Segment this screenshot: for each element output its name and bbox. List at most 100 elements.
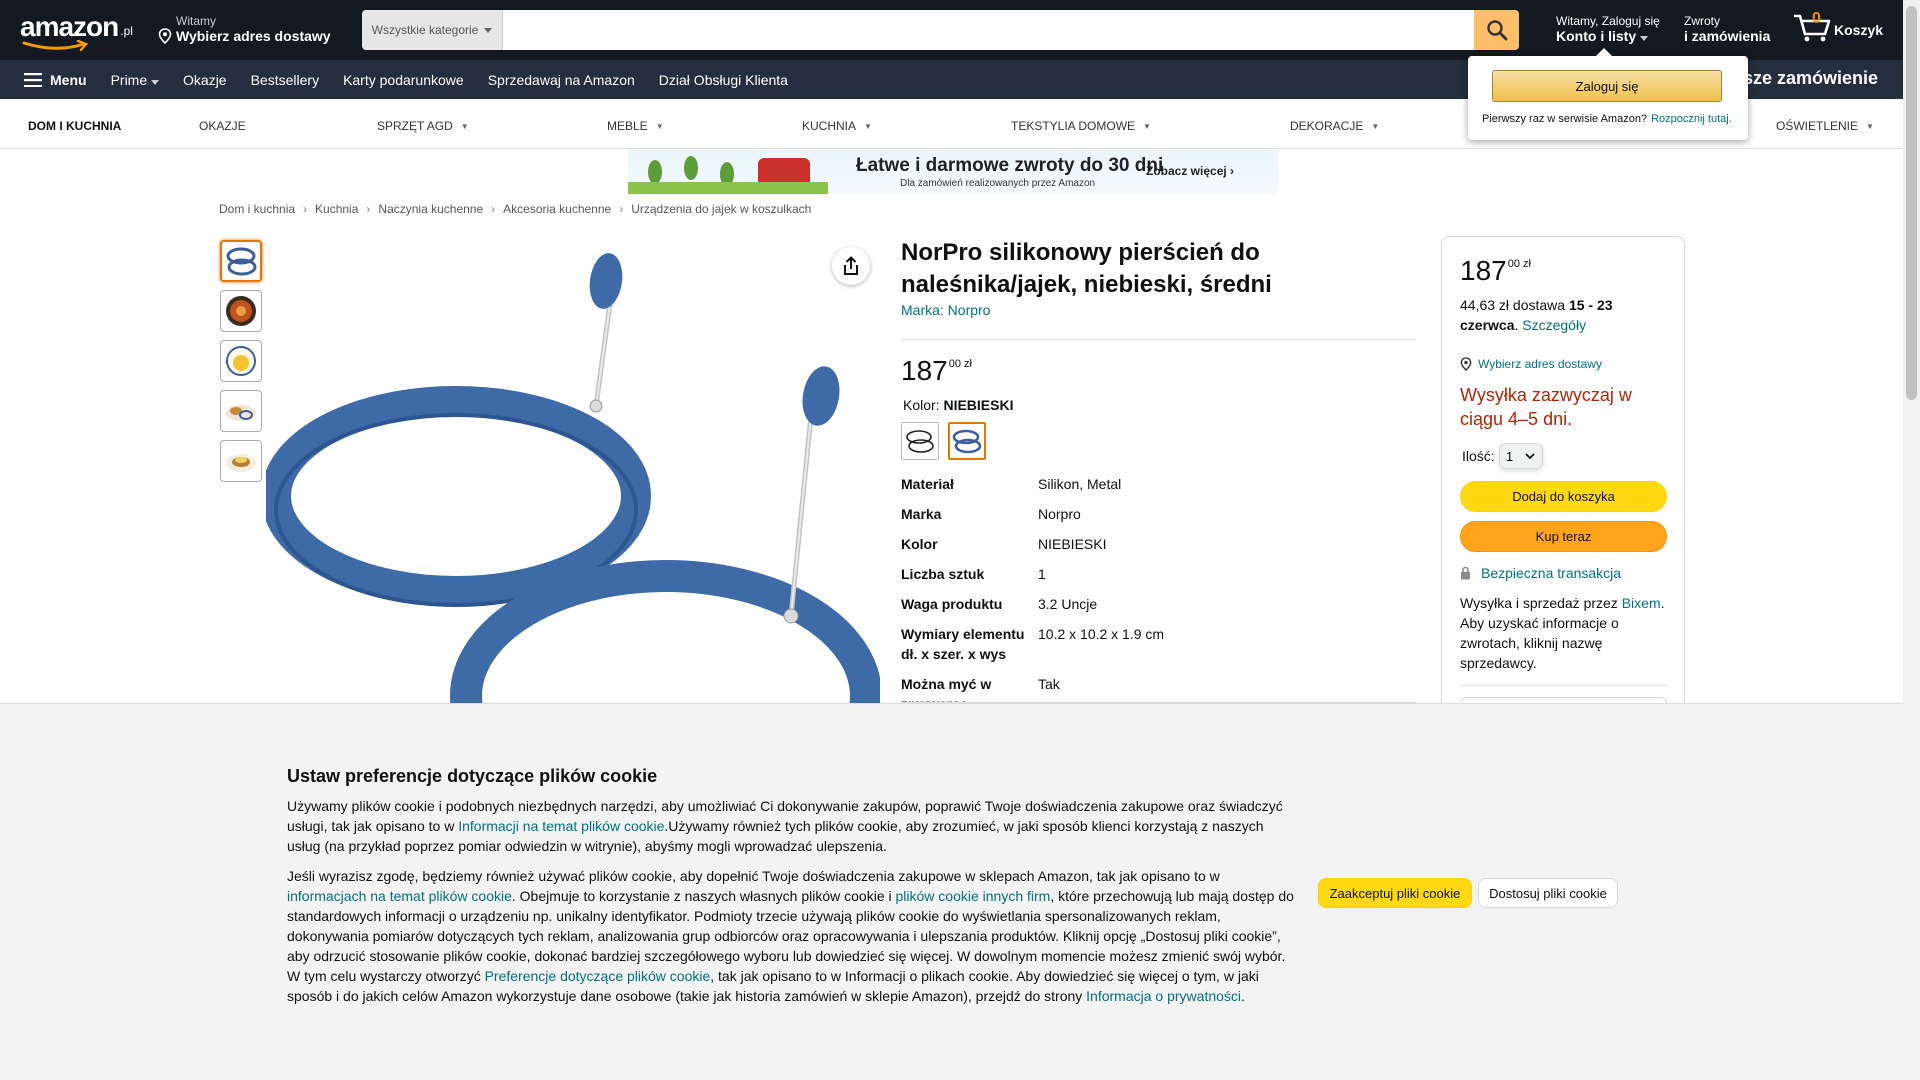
category-kuchnia[interactable]: KUCHNIA ▼ — [802, 119, 872, 133]
subnav-item-prime[interactable]: Prime — [111, 72, 160, 88]
hamburger-menu-button[interactable]: Menu — [24, 72, 87, 88]
caret-down-icon: ▼ — [1143, 122, 1151, 132]
caret-down-icon: ▼ — [1866, 122, 1874, 132]
category-meble[interactable]: MEBLE ▼ — [607, 119, 664, 133]
quantity-select[interactable]: 1 — [1498, 443, 1543, 469]
category-tekstylia[interactable]: TEKSTYLIA DOMOWE ▼ — [1011, 119, 1151, 133]
grass-illustration — [628, 182, 828, 194]
search-input[interactable] — [503, 10, 1474, 50]
spec-key: Marka — [901, 506, 942, 522]
seller-prefix: Wysyłka i sprzedaż przez — [1460, 595, 1618, 611]
thumbnail-4[interactable] — [220, 390, 262, 432]
spec-value: 1 — [1038, 566, 1046, 582]
amazon-logo[interactable]: amazon .pl — [20, 13, 133, 52]
category-dekoracje[interactable]: DEKORACJE ▼ — [1290, 119, 1379, 133]
category-agd[interactable]: SPRZĘT AGD ▼ — [377, 119, 469, 133]
caret-down-icon: ▼ — [655, 122, 664, 132]
breadcrumb-item[interactable]: Dom i kuchnia — [219, 202, 295, 216]
breadcrumb-separator: › — [619, 202, 624, 216]
scrollbar-thumb[interactable] — [1906, 6, 1917, 400]
egg-image — [226, 346, 256, 376]
privacy-notice-link[interactable]: Informacja o prywatności — [1086, 988, 1241, 1004]
smile-arrow-icon — [22, 40, 89, 52]
thumbnail-1[interactable] — [220, 240, 262, 282]
seller-info: Wysyłka i sprzedaż przez Bixem. Aby uzys… — [1460, 593, 1672, 673]
accept-cookies-button[interactable]: Zaakceptuj pliki cookie — [1318, 878, 1472, 908]
cookie-text: . — [1241, 988, 1245, 1004]
spec-value: 10.2 x 10.2 x 1.9 cm — [1038, 626, 1165, 642]
subnav-item-bestsellery[interactable]: Bestsellery — [251, 72, 319, 88]
secure-transaction-link[interactable]: Bezpieczna transakcja — [1460, 565, 1621, 581]
quantity-value: 1 — [1505, 448, 1514, 464]
add-to-cart-button[interactable]: Dodaj do koszyka — [1460, 481, 1667, 512]
main-product-image[interactable] — [266, 236, 880, 706]
shipping-details-link[interactable]: Szczegóły — [1522, 317, 1586, 333]
caret-down-icon: ▼ — [864, 122, 872, 132]
banner-cta[interactable]: Zobacz więcej › — [1146, 164, 1234, 178]
signin-flyout: Zaloguj się Pierwszy raz w serwisie Amaz… — [1468, 48, 1748, 140]
search-category-select[interactable]: Wszystkie kategorie — [362, 10, 503, 50]
stock-status: Wysyłka zazwyczaj w ciągu 4–5 dni. — [1460, 385, 1632, 429]
spec-row: Waga produktu 3.2 Uncje — [901, 594, 1416, 614]
customize-cookies-button[interactable]: Dostosuj pliki cookie — [1478, 878, 1618, 908]
breadcrumb-separator: › — [491, 202, 496, 216]
brand-link[interactable]: Marka: Norpro — [901, 302, 990, 318]
spec-key: Materiał — [901, 476, 954, 492]
subnav-item-obsluga[interactable]: Dział Obsługi Klienta — [659, 72, 788, 88]
buy-now-button[interactable]: Kup teraz — [1460, 521, 1667, 552]
search-button[interactable] — [1474, 10, 1519, 50]
breadcrumb-item[interactable]: Akcesoria kuchenne — [503, 202, 611, 216]
thumbnail-2[interactable] — [220, 290, 262, 332]
cookie-preferences-link[interactable]: Preferencje dotyczące plików cookie — [485, 968, 711, 984]
breadcrumb-item[interactable]: Kuchnia — [315, 202, 358, 216]
start-here-link[interactable]: Rozpocznij tutaj. — [1651, 113, 1732, 125]
color-value: NIEBIESKI — [943, 397, 1014, 413]
signin-button[interactable]: Zaloguj się — [1492, 70, 1722, 102]
returns-line2: i zamówienia — [1684, 28, 1771, 44]
cookie-info-link-2[interactable]: informacjach na temat plików cookie — [287, 888, 512, 904]
search-category-label: Wszystkie kategorie — [371, 23, 479, 37]
third-party-cookies-link[interactable]: plików cookie innych firm — [896, 888, 1051, 904]
subnav-item-okazje[interactable]: Okazje — [183, 72, 227, 88]
breadcrumb-item[interactable]: Urządzenia do jajek w koszulkach — [631, 202, 811, 216]
spec-row: Materiał Silikon, Metal — [901, 474, 1416, 494]
returns-promo-banner[interactable]: Łatwe i darmowe zwroty do 30 dni Dla zam… — [628, 150, 1278, 194]
cart-button[interactable]: 0 Koszyk — [1792, 10, 1883, 42]
category-okazje[interactable]: OKAZJE — [199, 119, 246, 133]
share-icon — [844, 256, 858, 275]
subnav-item-sprzedawaj[interactable]: Sprzedawaj na Amazon — [488, 72, 635, 88]
swatch-variant-blue[interactable] — [948, 422, 986, 460]
shipping-info: 44,63 zł dostawa 15 - 23 czerwca. Szczeg… — [1460, 297, 1613, 333]
price-fraction: 00 zł — [1507, 258, 1531, 270]
category-dekoracje-label: DEKORACJE — [1290, 119, 1364, 133]
seller-link[interactable]: Bixem — [1622, 595, 1661, 611]
returns-orders[interactable]: Zwroty i zamówienia — [1684, 14, 1770, 44]
category-home[interactable]: DOM I KUCHNIA — [28, 119, 121, 133]
cookie-paragraph-2: Jeśli wyrazisz zgodę, będziemy również u… — [287, 866, 1297, 1006]
product-specs-table: Materiał Silikon, Metal Marka Norpro Kolor… — [901, 474, 1416, 724]
account-lists[interactable]: Witamy, Zaloguj się Konto i listy — [1556, 14, 1660, 44]
choose-address-link[interactable]: Wybierz adres dostawy — [1460, 357, 1602, 371]
swatch-variant-1[interactable] — [901, 422, 939, 460]
subnav-item-karty[interactable]: Karty podarunkowe — [343, 72, 464, 88]
category-tekstylia-label: TEKSTYLIA DOMOWE — [1011, 119, 1136, 133]
breakfast-image — [226, 405, 256, 421]
thumbnail-5[interactable] — [220, 440, 262, 482]
returns-line1: Zwroty — [1684, 14, 1720, 28]
caret-down-icon — [484, 27, 493, 33]
location-pin-icon — [158, 28, 172, 44]
color-label-text: Kolor: — [903, 397, 940, 413]
category-oswietlenie[interactable]: OŚWIETLENIE ▼ — [1776, 119, 1874, 133]
caret-down-icon: ▼ — [460, 122, 469, 132]
page-scrollbar[interactable] — [1903, 0, 1920, 1080]
cookie-info-link[interactable]: Informacji na temat plików cookie — [458, 818, 664, 834]
breadcrumb-item[interactable]: Naczynia kuchenne — [378, 202, 483, 216]
category-meble-label: MEBLE — [607, 119, 648, 133]
share-button[interactable] — [832, 247, 870, 285]
thumbnail-3[interactable] — [220, 340, 262, 382]
buy-box: 187 00 zł 44,63 zł dostawa 15 - 23 czerw… — [1441, 236, 1685, 727]
deliver-to[interactable]: Witamy Wybierz adres dostawy — [158, 14, 331, 44]
color-label: Kolor: NIEBIESKI — [903, 397, 1013, 413]
new-customer-text: Pierwszy raz w serwisie Amazon? Rozpoczni… — [1482, 113, 1732, 125]
egg-rings-photo — [266, 253, 880, 706]
